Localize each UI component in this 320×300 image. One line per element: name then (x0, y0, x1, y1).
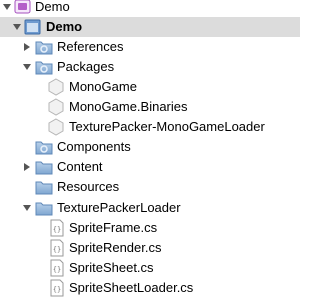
package-label: MonoGame.Binaries (69, 99, 188, 114)
tree-row-packages[interactable]: Packages (0, 57, 300, 77)
package-icon (47, 118, 65, 136)
components-label: Components (57, 139, 131, 154)
chevron-down-icon[interactable] (2, 2, 12, 12)
chevron-right-icon[interactable] (22, 42, 32, 52)
tree-row-package[interactable]: MonoGame (0, 77, 300, 97)
svg-text:{}: {} (53, 286, 61, 294)
folder-gear-icon (35, 38, 53, 56)
csharp-file-icon: {} (48, 259, 66, 277)
chevron-down-icon[interactable] (12, 22, 22, 32)
tree-row-project[interactable]: Demo (0, 17, 300, 37)
content-label: Content (57, 159, 103, 174)
tree-row-solution[interactable]: Demo (0, 0, 300, 17)
tree-row-package[interactable]: MonoGame.Binaries (0, 97, 300, 117)
folder-icon (35, 158, 53, 176)
packages-label: Packages (57, 59, 115, 74)
project-icon (24, 18, 42, 36)
file-label: SpriteFrame.cs (69, 220, 158, 235)
csharp-file-icon: {} (48, 219, 66, 237)
csharp-file-icon: {} (48, 279, 66, 297)
texturepackerloader-label: TexturePackerLoader (57, 200, 181, 215)
chevron-down-icon[interactable] (22, 203, 32, 213)
package-label: MonoGame (69, 79, 137, 94)
svg-text:{}: {} (53, 226, 61, 234)
file-label: SpriteSheet.cs (69, 260, 154, 275)
folder-icon (35, 199, 53, 217)
tree-row-resources[interactable]: Resources (0, 177, 300, 197)
folder-gear-icon (35, 58, 53, 76)
folder-icon (35, 178, 53, 196)
package-icon (47, 98, 65, 116)
folder-gear-icon (35, 138, 53, 156)
file-label: SpriteRender.cs (69, 240, 162, 255)
tree-row-components[interactable]: Components (0, 137, 300, 157)
tree-row-file[interactable]: {} SpriteSheetLoader.cs (0, 278, 300, 298)
tree-row-references[interactable]: References (0, 37, 300, 57)
tree-row-file[interactable]: {} SpriteRender.cs (0, 238, 300, 258)
references-label: References (57, 39, 124, 54)
chevron-down-icon[interactable] (22, 62, 32, 72)
file-label: SpriteSheetLoader.cs (69, 280, 194, 295)
tree-row-file[interactable]: {} SpriteFrame.cs (0, 218, 300, 238)
tree-row-texturepackerloader[interactable]: TexturePackerLoader (0, 198, 300, 218)
project-label: Demo (46, 19, 83, 34)
package-label: TexturePacker-MonoGameLoader (69, 119, 265, 134)
svg-text:{}: {} (53, 246, 61, 254)
tree-row-file[interactable]: {} SpriteSheet.cs (0, 258, 300, 278)
solution-label: Demo (35, 0, 70, 14)
package-icon (47, 78, 65, 96)
csharp-file-icon: {} (48, 239, 66, 257)
resources-label: Resources (57, 179, 120, 194)
svg-text:{}: {} (53, 266, 61, 274)
tree-row-package[interactable]: TexturePacker-MonoGameLoader (0, 117, 300, 137)
solution-icon (14, 0, 32, 16)
tree-row-content[interactable]: Content (0, 157, 300, 177)
chevron-right-icon[interactable] (22, 162, 32, 172)
